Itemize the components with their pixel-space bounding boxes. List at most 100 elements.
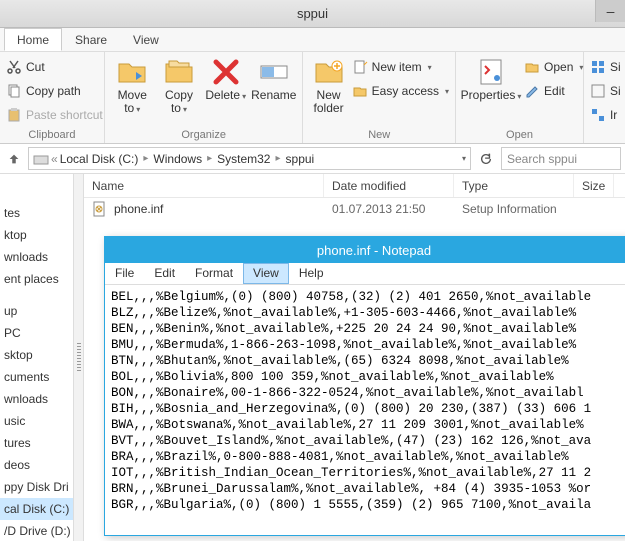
new-item-icon [352,59,368,75]
properties-button[interactable]: Properties▾ [462,54,520,103]
menu-format[interactable]: Format [185,263,243,284]
bc-part[interactable]: sppui [286,152,315,166]
invert-selection-icon [590,107,606,123]
nav-item[interactable]: cal Disk (C:) [0,498,73,520]
open-button[interactable]: Open▾ [524,56,583,78]
nav-item[interactable]: tures [0,432,73,454]
new-folder-icon [313,56,345,88]
copy-to-icon [163,56,195,88]
new-item-button[interactable]: New item▾ [352,56,449,78]
new-folder-button[interactable]: New folder [309,54,347,115]
search-input[interactable]: Search sppui [501,147,621,170]
nav-item[interactable]: deos [0,454,73,476]
drive-icon [33,151,49,167]
file-name: phone.inf [114,202,163,216]
copy-path-label: Copy path [26,84,81,98]
nav-tree[interactable]: tesktopwnloadsent placesupPCsktopcuments… [0,174,74,541]
chevron-down-icon[interactable]: ▾ [462,154,466,163]
copy-path-button[interactable]: Copy path [6,80,103,102]
nav-item[interactable]: cuments [0,366,73,388]
menu-help[interactable]: Help [289,263,334,284]
select-2[interactable]: Si [590,80,621,102]
chevron-right-icon: ▸ [272,153,283,164]
rename-button[interactable]: Rename [251,54,296,102]
select-none-icon [590,83,606,99]
copy-path-icon [6,83,22,99]
group-open-label: Open [462,127,577,143]
menu-file[interactable]: File [105,263,144,284]
group-new-label: New [309,127,449,143]
chevron-down-icon: ▾ [517,92,521,101]
cut-button[interactable]: Cut [6,56,103,78]
select-1[interactable]: Si [590,56,621,78]
nav-item[interactable]: ent places [0,268,73,290]
minimize-button[interactable]: – [595,0,625,22]
cut-icon [6,59,22,75]
properties-icon [475,56,507,88]
group-clipboard-label: Clipboard [6,127,98,143]
nav-item[interactable]: up [0,300,73,322]
nav-item[interactable]: wnloads [0,246,73,268]
nav-item[interactable]: wnloads [0,388,73,410]
col-type[interactable]: Type [454,174,574,197]
menu-edit[interactable]: Edit [144,263,185,284]
delete-icon [210,56,242,88]
nav-item[interactable]: PC [0,322,73,344]
paste-shortcut-label: Paste shortcut [26,108,103,122]
nav-item[interactable]: sktop [0,344,73,366]
move-to-button[interactable]: Move to▾ [111,54,154,116]
notepad-window[interactable]: phone.inf - Notepad File Edit Format Vie… [104,236,625,536]
nav-item[interactable]: tes [0,202,73,224]
chevron-right-icon: ▸ [204,153,215,164]
delete-button[interactable]: Delete▾ [204,54,247,103]
nav-item[interactable]: ktop [0,224,73,246]
group-organize-label: Organize [111,127,297,143]
window-title: sppui [297,6,328,21]
tab-share[interactable]: Share [62,28,120,51]
move-to-icon [116,56,148,88]
select-3[interactable]: Ir [590,104,621,126]
easy-access-icon [352,83,368,99]
notepad-body[interactable]: BEL,,,%Belgium%,(0) (800) 40758,(32) (2)… [105,285,625,535]
chevron-down-icon: ▾ [428,63,432,72]
refresh-button[interactable] [475,148,497,170]
tab-view[interactable]: View [120,28,172,51]
notepad-title: phone.inf - Notepad [105,237,625,263]
col-size[interactable]: Size [574,174,614,197]
select-all-icon [590,59,606,75]
easy-access-button[interactable]: Easy access▾ [352,80,449,102]
inf-file-icon [92,201,108,217]
nav-item[interactable]: ppy Disk Dri [0,476,73,498]
menu-view[interactable]: View [243,263,289,284]
rename-icon [258,56,290,88]
col-name[interactable]: Name [84,174,324,197]
col-date[interactable]: Date modified [324,174,454,197]
file-type: Setup Information [454,202,574,216]
edit-button[interactable]: Edit [524,80,583,102]
tab-home[interactable]: Home [4,28,62,51]
splitter[interactable] [74,174,84,541]
paste-shortcut-icon [6,107,22,123]
chevron-down-icon: ▾ [445,87,449,96]
edit-icon [524,83,540,99]
file-row[interactable]: phone.inf 01.07.2013 21:50 Setup Informa… [84,198,625,220]
cut-label: Cut [26,60,45,74]
refresh-icon [479,152,493,166]
chevron-down-icon: ▾ [136,105,140,114]
up-button[interactable] [4,149,24,169]
nav-item[interactable]: usic [0,410,73,432]
copy-to-button[interactable]: Copy to▾ [158,54,201,116]
chevron-down-icon: ▾ [183,105,187,114]
bc-part[interactable]: Windows [153,152,202,166]
chevron-down-icon: ▾ [579,63,583,72]
open-icon [524,59,540,75]
bc-part[interactable]: System32 [217,152,270,166]
grip-icon [77,343,81,373]
paste-shortcut-button[interactable]: Paste shortcut [6,104,103,126]
bc-part[interactable]: Local Disk (C:) [60,152,139,166]
file-date: 01.07.2013 21:50 [324,202,454,216]
chevron-down-icon: ▾ [242,92,246,101]
nav-item[interactable]: /D Drive (D:) [0,520,73,541]
chevron-right-icon: ▸ [140,153,151,164]
breadcrumb[interactable]: « Local Disk (C:)▸ Windows▸ System32▸ sp… [28,147,471,170]
